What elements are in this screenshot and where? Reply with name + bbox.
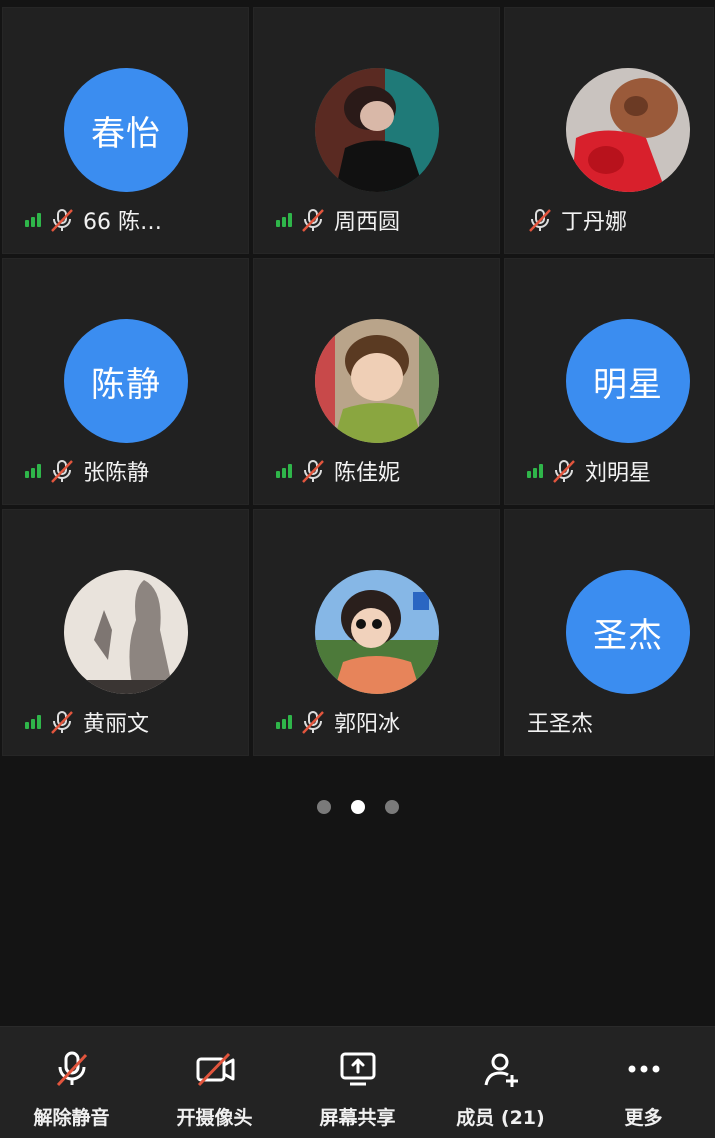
page-indicator[interactable] bbox=[0, 800, 715, 814]
avatar bbox=[64, 570, 188, 694]
participant-tile[interactable]: 郭阳冰 bbox=[253, 509, 500, 756]
signal-icon bbox=[25, 715, 41, 729]
mic-muted-icon bbox=[51, 209, 73, 232]
avatar bbox=[315, 570, 439, 694]
participant-tile[interactable]: 圣杰 王圣杰 bbox=[504, 509, 714, 756]
avatar bbox=[566, 68, 690, 192]
screen-share-button[interactable]: 屏幕共享 bbox=[286, 1027, 429, 1130]
participant-info: 黄丽文 bbox=[25, 708, 150, 737]
participant-name: 王圣杰 bbox=[527, 712, 594, 737]
participant-tile[interactable]: 陈静 张陈静 bbox=[2, 258, 249, 505]
avatar: 圣杰 bbox=[566, 570, 690, 694]
participant-info: 郭阳冰 bbox=[276, 708, 401, 737]
mic-muted-icon bbox=[51, 460, 73, 483]
participant-info: 刘明星 bbox=[527, 457, 652, 486]
participant-tile[interactable]: 黄丽文 bbox=[2, 509, 249, 756]
participant-tile[interactable]: 春怡 66 陈… bbox=[2, 7, 249, 254]
participant-name: 黄丽文 bbox=[83, 712, 150, 737]
participant-grid: 春怡 66 陈… 周西圆 丁丹娜 陈静 张陈静 陈佳妮 明星 刘明星 黄丽文 郭… bbox=[2, 7, 714, 756]
participant-name: 66 陈… bbox=[83, 210, 162, 235]
screen-share-icon bbox=[340, 1052, 375, 1086]
participant-tile[interactable]: 陈佳妮 bbox=[253, 258, 500, 505]
signal-icon bbox=[25, 464, 41, 478]
participant-name: 丁丹娜 bbox=[561, 210, 628, 235]
participant-name: 郭阳冰 bbox=[334, 712, 401, 737]
unmute-button[interactable]: 解除静音 bbox=[0, 1027, 143, 1130]
camera-off-icon bbox=[196, 1052, 234, 1087]
page-dot-active[interactable] bbox=[350, 800, 365, 814]
camera-button[interactable]: 开摄像头 bbox=[143, 1027, 286, 1130]
mic-muted-icon bbox=[302, 711, 324, 734]
members-label: 成员 (21) bbox=[456, 1107, 545, 1129]
more-label: 更多 bbox=[624, 1107, 663, 1129]
participant-name: 陈佳妮 bbox=[334, 461, 401, 486]
mic-muted-icon bbox=[553, 460, 575, 483]
participant-tile[interactable]: 丁丹娜 bbox=[504, 7, 714, 254]
more-button[interactable]: 更多 bbox=[572, 1027, 715, 1130]
screen-share-label: 屏幕共享 bbox=[319, 1107, 396, 1129]
page-dot[interactable] bbox=[316, 800, 331, 814]
avatar: 春怡 bbox=[64, 68, 188, 192]
signal-icon bbox=[276, 213, 292, 227]
avatar bbox=[315, 319, 439, 443]
participant-info: 陈佳妮 bbox=[276, 457, 401, 486]
mic-muted-icon bbox=[529, 209, 551, 232]
participant-name: 周西圆 bbox=[334, 210, 401, 235]
camera-label: 开摄像头 bbox=[176, 1107, 253, 1129]
page-dot[interactable] bbox=[384, 800, 399, 814]
signal-icon bbox=[276, 464, 292, 478]
unmute-label: 解除静音 bbox=[33, 1107, 110, 1129]
signal-icon bbox=[276, 715, 292, 729]
participant-tile[interactable]: 明星 刘明星 bbox=[504, 258, 714, 505]
participant-name: 刘明星 bbox=[585, 461, 652, 486]
participant-info: 周西圆 bbox=[276, 206, 401, 235]
participant-info: 66 陈… bbox=[25, 206, 162, 235]
avatar bbox=[315, 68, 439, 192]
participant-name: 张陈静 bbox=[83, 461, 150, 486]
mic-muted-icon bbox=[56, 1051, 87, 1087]
meeting-toolbar: 解除静音 开摄像头 屏幕共享 成员 (21) 更多 bbox=[0, 1026, 715, 1138]
mic-muted-icon bbox=[51, 711, 73, 734]
avatar: 陈静 bbox=[64, 319, 188, 443]
participant-info: 王圣杰 bbox=[527, 708, 594, 737]
members-button[interactable]: 成员 (21) bbox=[429, 1027, 572, 1130]
signal-icon bbox=[527, 464, 543, 478]
participant-info: 丁丹娜 bbox=[527, 206, 628, 235]
avatar: 明星 bbox=[566, 319, 690, 443]
more-icon bbox=[628, 1065, 659, 1073]
mic-muted-icon bbox=[302, 209, 324, 232]
participant-tile[interactable]: 周西圆 bbox=[253, 7, 500, 254]
mic-muted-icon bbox=[302, 460, 324, 483]
signal-icon bbox=[25, 213, 41, 227]
participant-info: 张陈静 bbox=[25, 457, 150, 486]
add-member-icon bbox=[484, 1053, 518, 1087]
